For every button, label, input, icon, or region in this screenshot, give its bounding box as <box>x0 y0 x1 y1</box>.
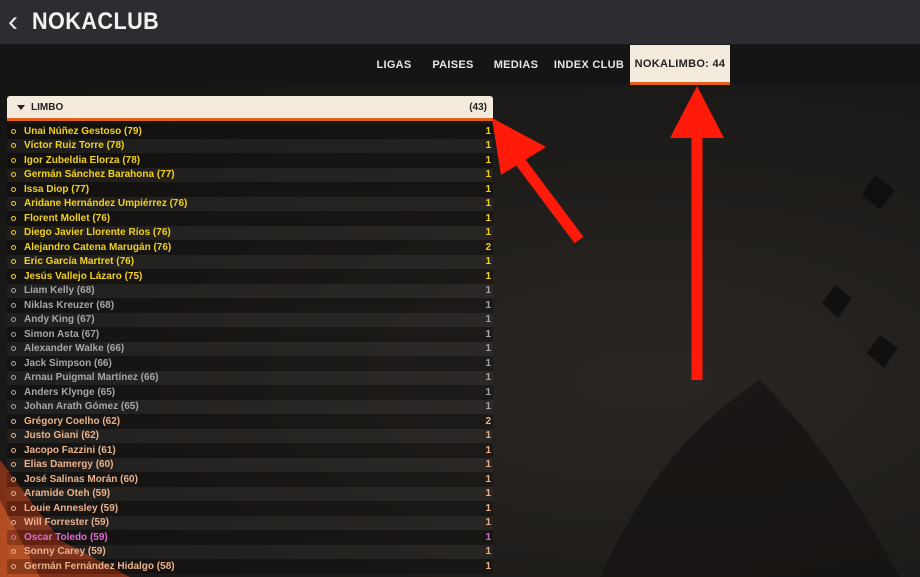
arrow-vertical <box>670 86 724 380</box>
annotation-arrows <box>492 86 724 380</box>
arrow-diagonal <box>492 118 584 244</box>
